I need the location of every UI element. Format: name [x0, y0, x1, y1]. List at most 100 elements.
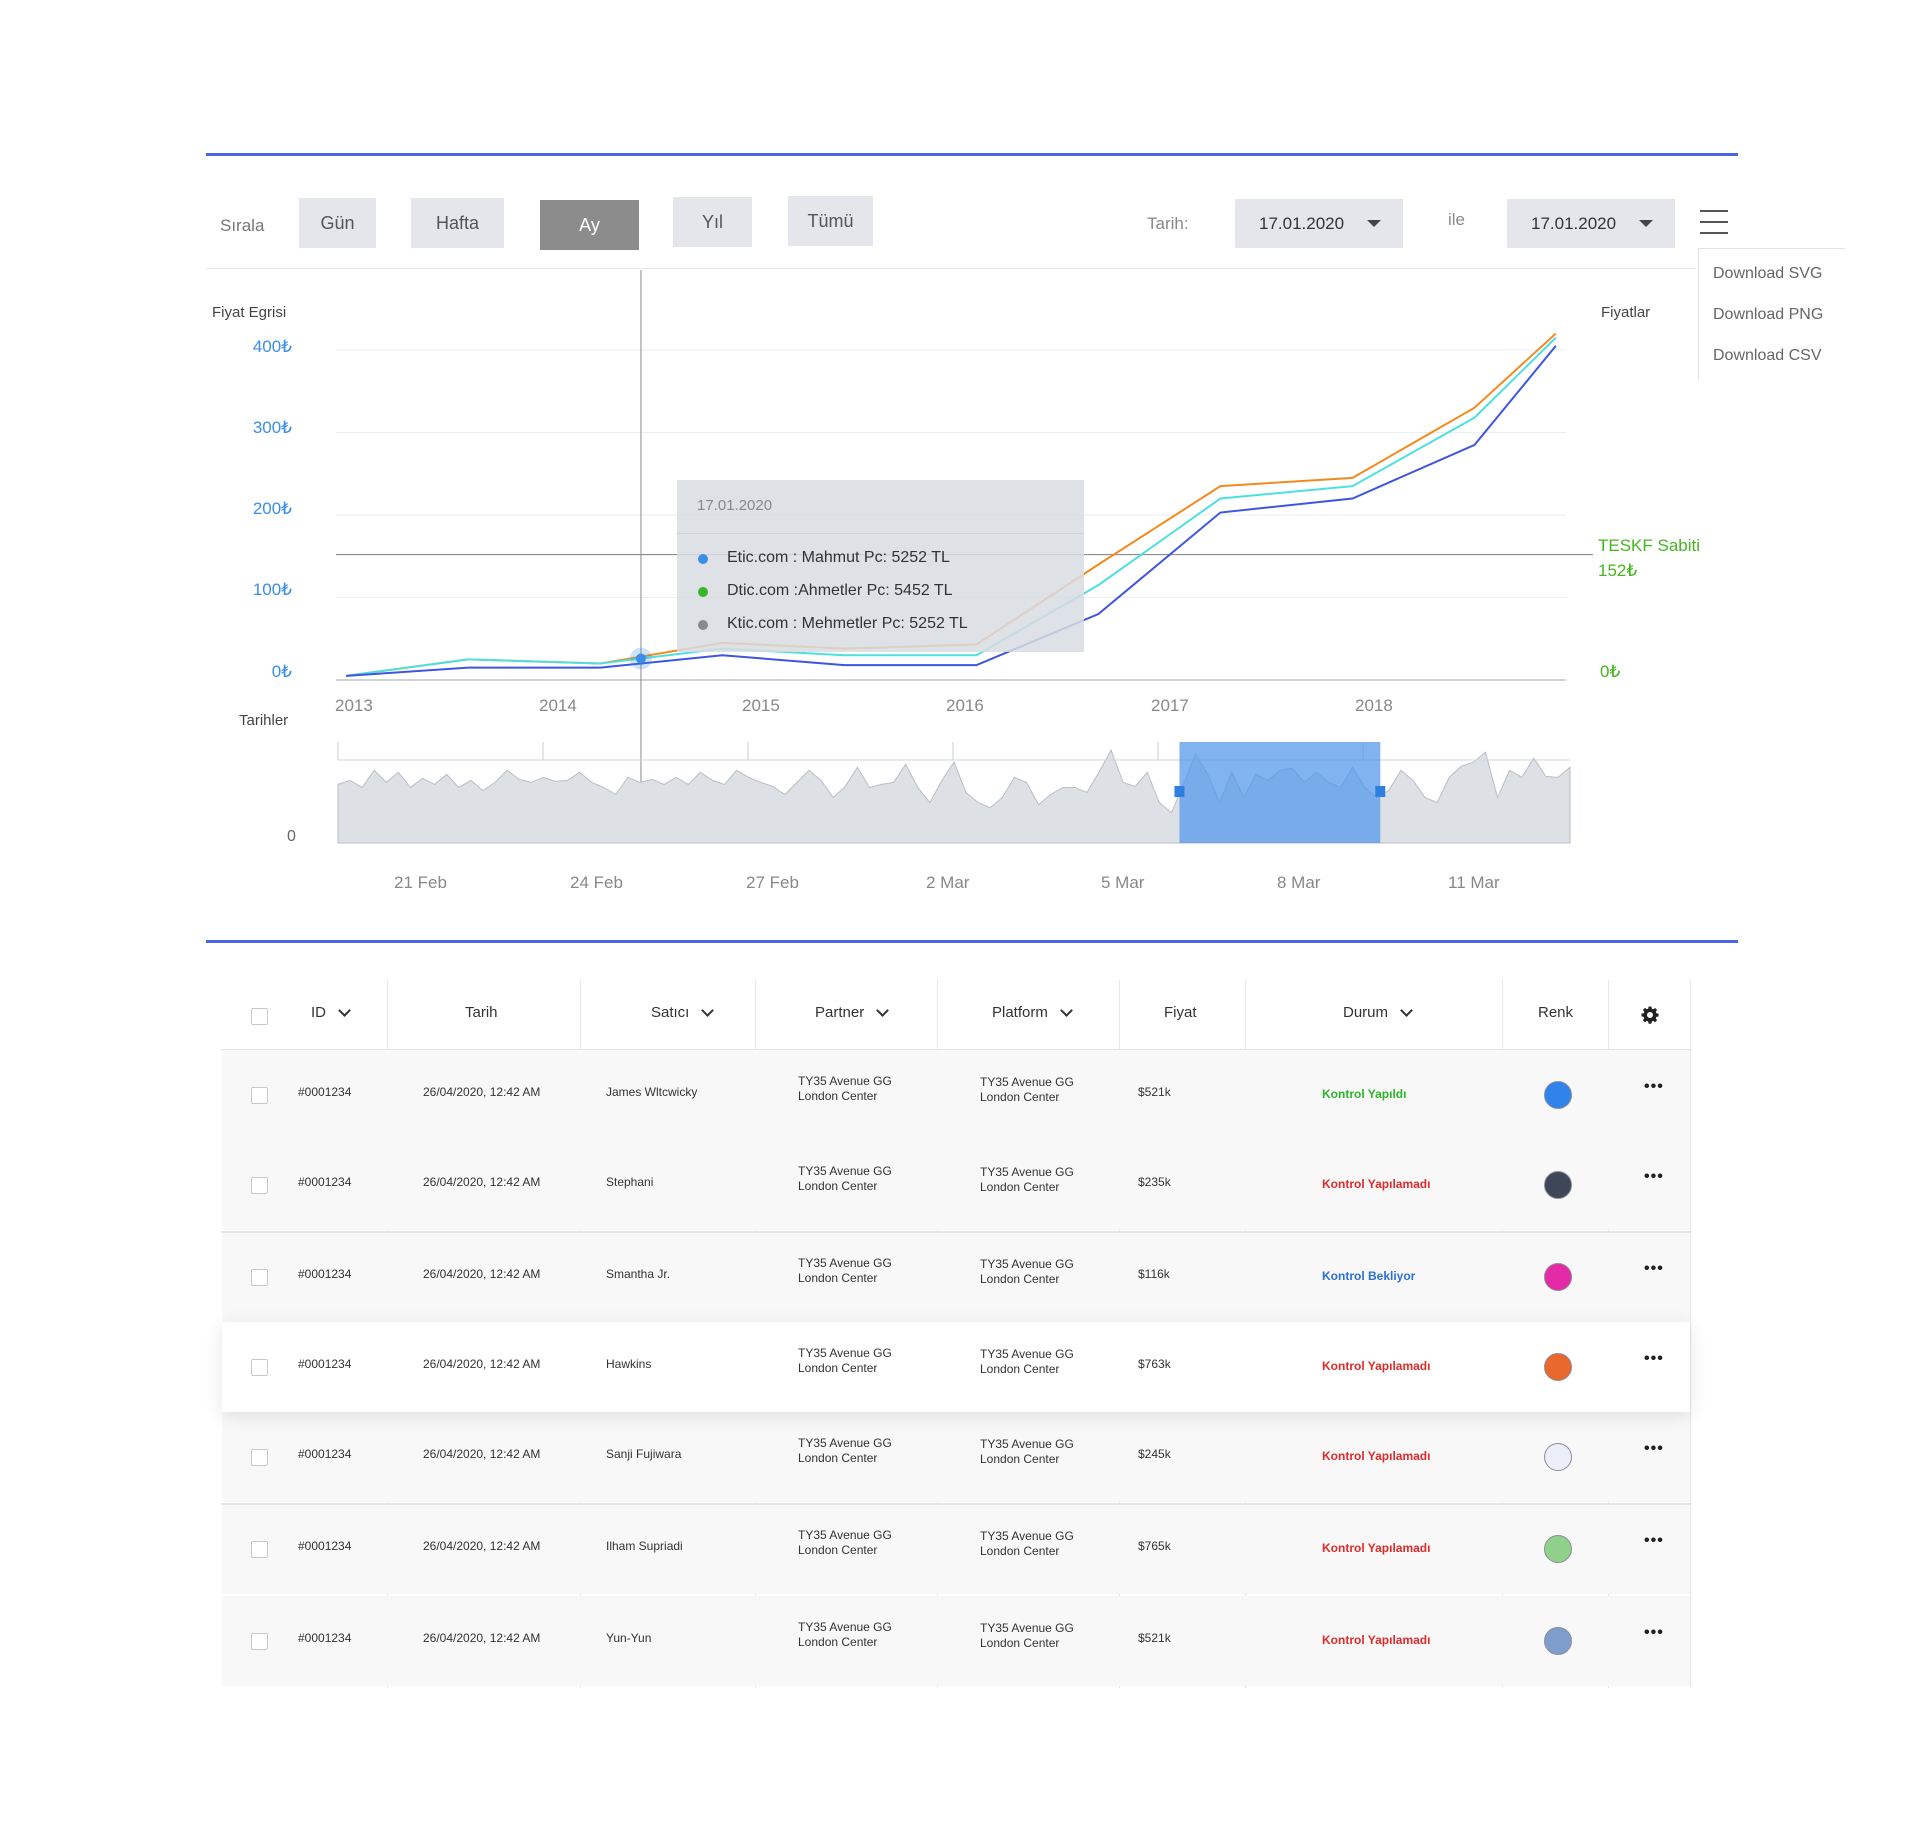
col-header-satici[interactable]: Satıcı — [651, 1004, 715, 1021]
row-status: Kontrol Yapılamadı — [1322, 1541, 1431, 1555]
row-color-swatch — [1544, 1627, 1572, 1655]
table-row[interactable]: #0001234 26/04/2020, 12:42 AM Hawkins TY35 … — [222, 1322, 1690, 1412]
row-id: #0001234 — [298, 1447, 352, 1461]
row-platform-line2: London Center — [980, 1452, 1060, 1466]
col-header-id[interactable]: ID — [311, 1004, 351, 1021]
chevron-down-icon — [701, 1004, 715, 1017]
col-header-label: Tarih — [465, 1004, 498, 1021]
row-status: Kontrol Bekliyor — [1322, 1269, 1416, 1283]
row-price: $116k — [1138, 1267, 1170, 1281]
col-header-platform[interactable]: Platform — [992, 1004, 1073, 1021]
row-more-icon[interactable]: ••• — [1644, 1168, 1664, 1186]
row-platform-line1: TY35 Avenue GG — [980, 1621, 1074, 1635]
row-seller: Ilham Supriadi — [606, 1539, 683, 1553]
row-date: 26/04/2020, 12:42 AM — [423, 1175, 541, 1189]
row-partner: TY35 Avenue GG London Center — [798, 1620, 892, 1650]
row-partner: TY35 Avenue GG London Center — [798, 1528, 892, 1558]
row-platform: TY35 Avenue GG London Center — [980, 1347, 1074, 1377]
navigator-tick-label: 21 Feb — [394, 873, 447, 892]
row-color-swatch — [1544, 1353, 1572, 1381]
chart-tooltip: 17.01.2020 Etic.com : Mahmut Pc: 5252 TL… — [677, 480, 1084, 652]
row-platform-line1: TY35 Avenue GG — [980, 1347, 1074, 1361]
navigator-selection — [1179, 742, 1381, 843]
row-platform: TY35 Avenue GG London Center — [980, 1165, 1074, 1195]
table-row[interactable]: #0001234 26/04/2020, 12:42 AM Stephani TY35… — [222, 1140, 1690, 1230]
row-platform-line1: TY35 Avenue GG — [980, 1437, 1074, 1451]
row-checkbox[interactable] — [251, 1359, 268, 1376]
tooltip-row: Dtic.com :Ahmetler Pc: 5452 TL — [698, 582, 953, 600]
row-partner-line1: TY35 Avenue GG — [798, 1074, 892, 1088]
row-id: #0001234 — [298, 1085, 352, 1099]
row-checkbox[interactable] — [251, 1541, 268, 1558]
row-checkbox[interactable] — [251, 1449, 268, 1466]
row-partner-line2: London Center — [798, 1089, 878, 1103]
row-id: #0001234 — [298, 1175, 352, 1189]
row-seller: Yun-Yun — [606, 1631, 652, 1645]
gear-icon[interactable] — [1641, 1006, 1659, 1024]
table-row[interactable]: #0001234 26/04/2020, 12:42 AM James Wltcwi… — [222, 1050, 1690, 1140]
col-header-durum[interactable]: Durum — [1343, 1004, 1413, 1021]
chevron-down-icon — [1059, 1004, 1073, 1017]
row-date: 26/04/2020, 12:42 AM — [423, 1631, 541, 1645]
row-checkbox[interactable] — [251, 1177, 268, 1194]
row-date: 26/04/2020, 12:42 AM — [423, 1539, 541, 1553]
table-row[interactable]: #0001234 26/04/2020, 12:42 AM Smantha Jr. T… — [222, 1231, 1690, 1322]
navigator-tick-label: 11 Mar — [1448, 873, 1500, 892]
col-header-label: Platform — [992, 1004, 1048, 1021]
tooltip-row-text: Etic.com : Mahmut Pc: 5252 TL — [727, 549, 950, 566]
row-more-icon[interactable]: ••• — [1644, 1350, 1664, 1368]
row-platform-line2: London Center — [980, 1544, 1060, 1558]
col-header-label: ID — [311, 1004, 326, 1021]
row-platform-line1: TY35 Avenue GG — [980, 1165, 1074, 1179]
navigator-tick-label: 27 Feb — [746, 873, 799, 892]
series-dot — [698, 554, 708, 564]
row-seller: James Wltcwicky — [606, 1085, 698, 1099]
row-color-swatch — [1544, 1081, 1572, 1109]
row-status: Kontrol Yapılamadı — [1322, 1449, 1431, 1463]
navigator-handle-left[interactable] — [1174, 786, 1185, 797]
row-partner: TY35 Avenue GG London Center — [798, 1074, 892, 1104]
row-date: 26/04/2020, 12:42 AM — [423, 1267, 541, 1281]
tooltip-date: 17.01.2020 — [697, 497, 773, 514]
row-more-icon[interactable]: ••• — [1644, 1532, 1664, 1550]
navigator-tick-label: 5 Mar — [1101, 873, 1145, 892]
table-row[interactable]: #0001234 26/04/2020, 12:42 AM Sanji Fujiwa… — [222, 1412, 1690, 1502]
row-checkbox[interactable] — [251, 1269, 268, 1286]
table-row[interactable]: #0001234 26/04/2020, 12:42 AM Ilham Supria… — [222, 1503, 1690, 1594]
row-status: Kontrol Yapıldı — [1322, 1087, 1407, 1101]
hover-marker — [635, 653, 646, 664]
row-id: #0001234 — [298, 1539, 352, 1553]
col-header-label: Partner — [815, 1004, 865, 1021]
navigator-tick-label: 2 Mar — [926, 873, 970, 892]
navigator-zero-label: 0 — [287, 828, 296, 845]
row-more-icon[interactable]: ••• — [1644, 1078, 1664, 1096]
row-more-icon[interactable]: ••• — [1644, 1624, 1664, 1642]
row-partner-line2: London Center — [798, 1451, 878, 1465]
row-checkbox[interactable] — [251, 1633, 268, 1650]
col-header-label: Renk — [1538, 1004, 1574, 1021]
col-header-partner[interactable]: Partner — [815, 1004, 890, 1021]
row-id: #0001234 — [298, 1267, 352, 1281]
tooltip-divider — [677, 533, 1084, 534]
row-checkbox[interactable] — [251, 1087, 268, 1104]
row-platform: TY35 Avenue GG London Center — [980, 1621, 1074, 1651]
row-id: #0001234 — [298, 1631, 352, 1645]
row-partner: TY35 Avenue GG London Center — [798, 1436, 892, 1466]
row-color-swatch — [1544, 1535, 1572, 1563]
row-partner-line1: TY35 Avenue GG — [798, 1528, 892, 1542]
row-separator — [222, 1503, 1690, 1505]
row-price: $235k — [1138, 1175, 1171, 1189]
chevron-down-icon — [1400, 1004, 1413, 1017]
col-header-tarih: Tarih — [465, 1004, 498, 1021]
row-more-icon[interactable]: ••• — [1644, 1440, 1664, 1458]
tooltip-row: Etic.com : Mahmut Pc: 5252 TL — [698, 549, 950, 567]
row-more-icon[interactable]: ••• — [1644, 1260, 1664, 1278]
row-partner-line1: TY35 Avenue GG — [798, 1436, 892, 1450]
navigator-handle-right[interactable] — [1375, 786, 1386, 797]
row-seller: Hawkins — [606, 1357, 652, 1371]
row-platform-line2: London Center — [980, 1090, 1060, 1104]
table-row[interactable]: #0001234 26/04/2020, 12:42 AM Yun-Yun TY35 … — [222, 1596, 1690, 1686]
select-all-checkbox[interactable] — [251, 1008, 268, 1025]
row-partner-line1: TY35 Avenue GG — [798, 1346, 892, 1360]
chevron-down-icon — [876, 1004, 890, 1017]
